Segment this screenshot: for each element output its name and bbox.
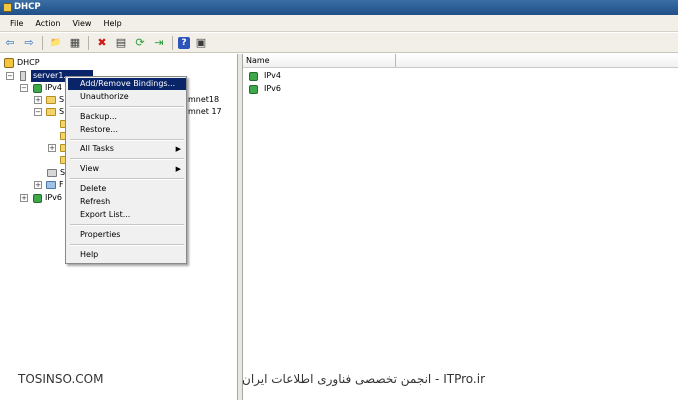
folder-icon (46, 107, 56, 117)
tree-node-scope-1[interactable]: + S (34, 94, 64, 106)
console-tree-icon[interactable]: ▣ (193, 35, 209, 51)
menu-help[interactable]: Help (97, 15, 127, 32)
ipv6-icon (32, 193, 42, 203)
dhcp-app-icon (3, 3, 12, 12)
collapse-icon[interactable]: − (6, 72, 14, 80)
title-bar: DHCP (0, 0, 678, 15)
menu-item-all-tasks-label: All Tasks (80, 144, 114, 153)
menu-item-backup[interactable]: Backup... (68, 111, 186, 123)
submenu-arrow-icon: ▶ (175, 165, 181, 173)
delete-icon[interactable]: ✖ (94, 35, 110, 51)
up-folder-icon[interactable]: 📁 (48, 35, 64, 51)
column-header-name[interactable]: Name (243, 54, 396, 67)
ipv6-icon (248, 84, 258, 94)
menu-view[interactable]: View (66, 15, 97, 32)
scope-label-fragment: mnet18 (188, 95, 220, 104)
menu-item-view[interactable]: View ▶ (68, 163, 186, 175)
menu-item-help[interactable]: Help (68, 249, 186, 261)
menu-item-add-remove-bindings[interactable]: Add/Remove Bindings... (68, 78, 186, 90)
menu-item-all-tasks[interactable]: All Tasks ▶ (68, 143, 186, 155)
menu-separator (70, 158, 184, 160)
expand-icon[interactable]: + (48, 144, 56, 152)
list-label-ipv4: IPv4 (264, 71, 282, 80)
expand-icon[interactable]: + (34, 181, 42, 189)
tree-node-scope-2[interactable]: − S (34, 106, 64, 118)
tree-node-ipv4[interactable]: − IPv4 (20, 82, 62, 94)
watermark-tosinso: TOSINSO.COM (18, 372, 104, 386)
menu-separator (70, 244, 184, 246)
properties-icon[interactable]: ▤ (113, 35, 129, 51)
forward-icon[interactable]: ⇨ (21, 35, 37, 51)
tree-node-server-options[interactable]: S (47, 167, 65, 179)
tree-label-ipv4: IPv4 (45, 83, 63, 92)
menu-item-delete[interactable]: Delete (68, 183, 186, 195)
tree-node-filters[interactable]: + F (34, 179, 64, 191)
tree-label-ipv6: IPv6 (45, 193, 63, 202)
tree-label-scope-1: S (59, 95, 65, 104)
list-header: Name (243, 54, 678, 68)
dhcp-icon (4, 58, 14, 68)
expand-icon[interactable]: + (34, 96, 42, 104)
window-title: DHCP (14, 2, 41, 12)
menu-separator (70, 224, 184, 226)
watermark-itpro: ITPro.ir - انجمن تخصصی فناوری اطلاعات ای… (242, 372, 485, 386)
scope-label-fragment: mnet 17 (188, 107, 222, 116)
menu-separator (70, 106, 184, 108)
toolbar: ⇦ ⇨ 📁 ▦ ✖ ▤ ⟳ ⇥ ? ▣ (0, 33, 678, 53)
toolbar-separator (172, 35, 173, 50)
tree-node-ipv6[interactable]: + IPv6 (20, 192, 62, 204)
menu-separator (70, 178, 184, 180)
toolbar-separator (42, 35, 43, 50)
menu-item-refresh[interactable]: Refresh (68, 196, 186, 208)
menu-item-unauthorize[interactable]: Unauthorize (68, 91, 186, 103)
menu-item-export-list[interactable]: Export List... (68, 209, 186, 221)
server-icon (18, 71, 28, 81)
column-header-empty (396, 54, 678, 67)
refresh-icon[interactable]: ⟳ (132, 35, 148, 51)
expand-icon[interactable]: + (20, 194, 28, 202)
toolbar-separator (88, 35, 89, 50)
tree-node-dhcp[interactable]: DHCP (4, 57, 40, 69)
filter-icon (46, 180, 56, 190)
submenu-arrow-icon: ▶ (175, 145, 181, 153)
menu-bar: File Action View Help (0, 15, 678, 32)
menu-item-restore[interactable]: Restore... (68, 124, 186, 136)
back-icon[interactable]: ⇦ (2, 35, 18, 51)
list-label-ipv6: IPv6 (264, 84, 282, 93)
tree-label-filters: F (59, 180, 64, 189)
list-item-ipv6[interactable]: IPv6 (248, 83, 281, 95)
folder-icon (46, 95, 56, 105)
ipv4-icon (248, 71, 258, 81)
list-item-ipv4[interactable]: IPv4 (248, 70, 281, 82)
export-list-icon[interactable]: ⇥ (151, 35, 167, 51)
menu-action[interactable]: Action (29, 15, 66, 32)
show-hide-tree-icon[interactable]: ▦ (67, 35, 83, 51)
collapse-icon[interactable]: − (20, 84, 28, 92)
ipv4-icon (32, 83, 42, 93)
tree-label-scope-2: S (59, 107, 65, 116)
collapse-icon[interactable]: − (34, 108, 42, 116)
options-icon (47, 168, 57, 178)
context-menu: Add/Remove Bindings... Unauthorize Backu… (65, 76, 187, 264)
menu-file[interactable]: File (4, 15, 29, 32)
tree-label-dhcp: DHCP (17, 58, 40, 67)
details-pane[interactable]: Name IPv4 IPv6 (243, 54, 678, 400)
menu-separator (70, 139, 184, 141)
menu-item-view-label: View (80, 164, 99, 173)
menu-item-properties[interactable]: Properties (68, 229, 186, 241)
help-icon[interactable]: ? (178, 36, 190, 49)
